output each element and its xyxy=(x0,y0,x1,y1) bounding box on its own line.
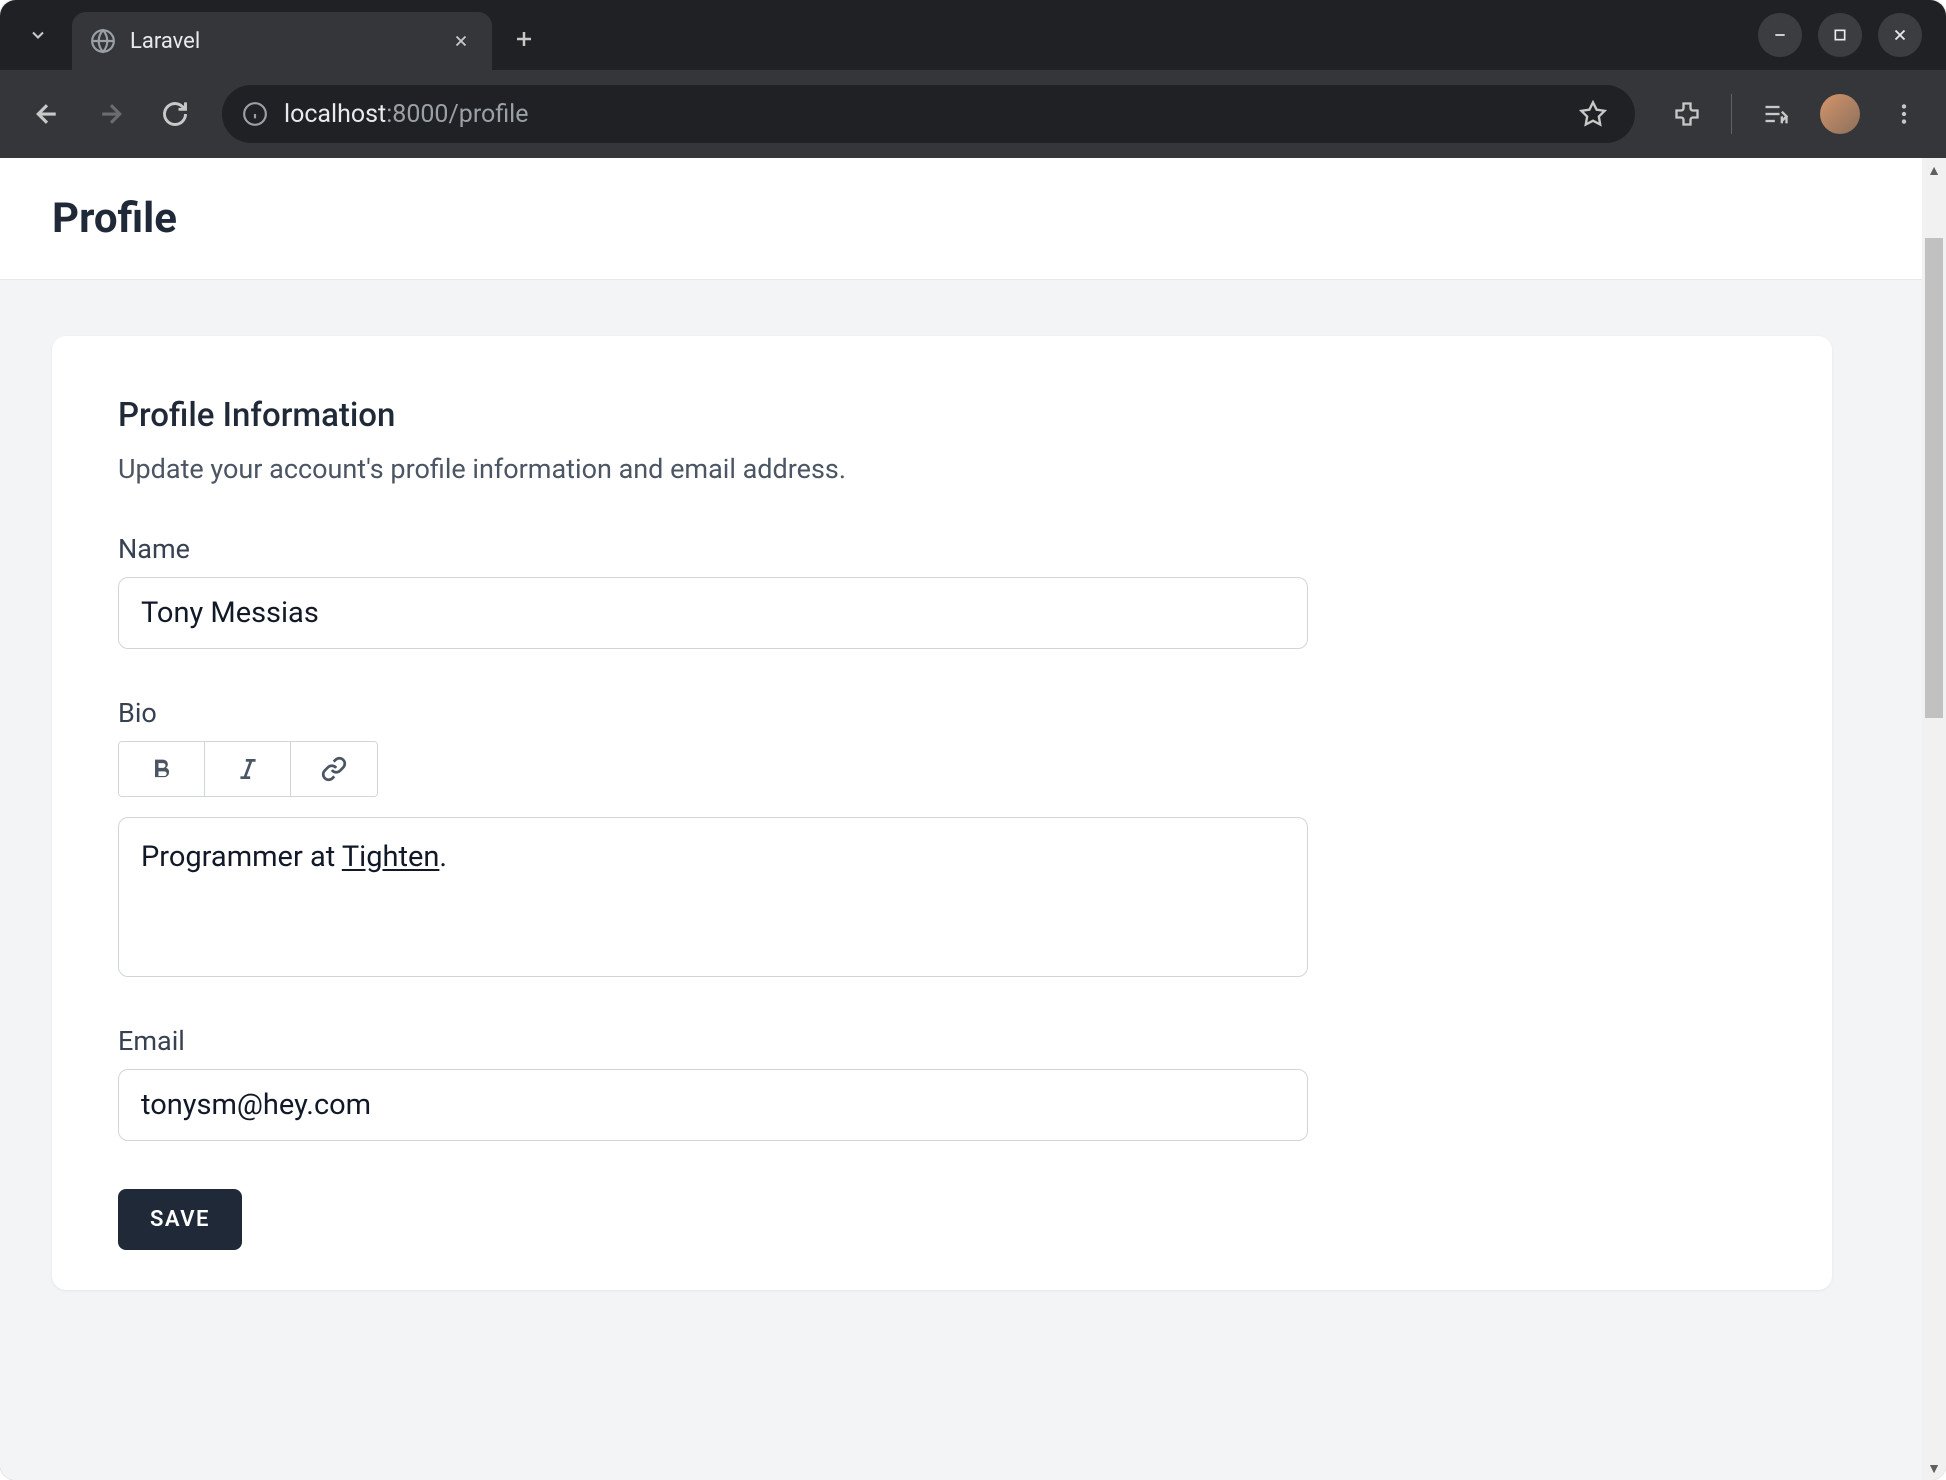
window-minimize-button[interactable] xyxy=(1758,13,1802,57)
bio-text-prefix: Programmer at xyxy=(141,840,342,874)
toolbar-separator xyxy=(1731,94,1732,134)
chrome-menu-button[interactable] xyxy=(1882,92,1926,136)
name-input[interactable] xyxy=(118,577,1308,649)
page-viewport: Profile Profile Information Update your … xyxy=(0,158,1922,1480)
link-button[interactable] xyxy=(291,742,377,796)
puzzle-icon xyxy=(1673,100,1701,128)
address-bar[interactable]: localhost:8000/profile xyxy=(222,85,1635,143)
page-header: Profile xyxy=(0,158,1922,280)
content-area: Profile Profile Information Update your … xyxy=(0,158,1946,1480)
profile-card: Profile Information Update your account'… xyxy=(52,336,1832,1290)
bookmark-button[interactable] xyxy=(1571,92,1615,136)
site-info-button[interactable] xyxy=(242,101,268,127)
close-icon xyxy=(1891,26,1909,44)
scrollbar[interactable]: ▲ ▼ xyxy=(1922,158,1946,1480)
new-tab-button[interactable] xyxy=(500,15,548,63)
email-label: Email xyxy=(118,1025,1766,1057)
reload-button[interactable] xyxy=(148,87,202,141)
section-heading: Profile Information xyxy=(118,396,1766,435)
tab-strip: Laravel xyxy=(0,0,1946,70)
minimize-icon xyxy=(1772,27,1788,43)
bio-field-group: Bio Programmer at Tig xyxy=(118,697,1766,977)
tab-title: Laravel xyxy=(130,29,434,54)
page-title: Profile xyxy=(52,194,1870,243)
tab-search-dropdown[interactable] xyxy=(12,9,64,61)
email-field-group: Email xyxy=(118,1025,1766,1141)
browser-window: Laravel xyxy=(0,0,1946,1480)
media-control-button[interactable] xyxy=(1754,92,1798,136)
globe-icon xyxy=(90,28,116,54)
reload-icon xyxy=(161,100,189,128)
bio-text-suffix: . xyxy=(439,840,447,874)
bold-icon xyxy=(148,755,176,783)
bio-format-toolbar xyxy=(118,741,378,797)
window-maximize-button[interactable] xyxy=(1818,13,1862,57)
chevron-down-icon xyxy=(28,25,48,45)
email-input[interactable] xyxy=(118,1069,1308,1141)
browser-tab[interactable]: Laravel xyxy=(72,12,492,70)
star-icon xyxy=(1579,100,1607,128)
browser-toolbar: localhost:8000/profile xyxy=(0,70,1946,158)
browser-chrome: Laravel xyxy=(0,0,1946,158)
close-icon xyxy=(452,32,470,50)
url-text: localhost:8000/profile xyxy=(284,100,529,129)
link-icon xyxy=(321,756,347,782)
italic-icon xyxy=(235,756,261,782)
bio-link[interactable]: Tighten xyxy=(342,840,440,874)
info-icon xyxy=(242,101,268,127)
back-button[interactable] xyxy=(20,87,74,141)
scroll-thumb[interactable] xyxy=(1925,238,1943,718)
bold-button[interactable] xyxy=(119,742,205,796)
scroll-up-button[interactable]: ▲ xyxy=(1922,158,1946,182)
arrow-left-icon xyxy=(32,99,62,129)
forward-button[interactable] xyxy=(84,87,138,141)
playlist-icon xyxy=(1762,100,1790,128)
name-field-group: Name xyxy=(118,533,1766,649)
tab-close-button[interactable] xyxy=(448,32,474,50)
scroll-down-button[interactable]: ▼ xyxy=(1922,1456,1946,1480)
section-description: Update your account's profile informatio… xyxy=(118,453,1766,485)
window-controls xyxy=(1758,13,1946,57)
arrow-right-icon xyxy=(96,99,126,129)
save-button[interactable]: SAVE xyxy=(118,1189,242,1250)
profile-avatar[interactable] xyxy=(1820,94,1860,134)
plus-icon xyxy=(512,27,536,51)
extensions-button[interactable] xyxy=(1665,92,1709,136)
italic-button[interactable] xyxy=(205,742,291,796)
name-label: Name xyxy=(118,533,1766,565)
bio-label: Bio xyxy=(118,697,1766,729)
window-close-button[interactable] xyxy=(1878,13,1922,57)
maximize-icon xyxy=(1832,27,1848,43)
bio-editor[interactable]: Programmer at Tighten. xyxy=(118,817,1308,977)
kebab-icon xyxy=(1891,101,1917,127)
